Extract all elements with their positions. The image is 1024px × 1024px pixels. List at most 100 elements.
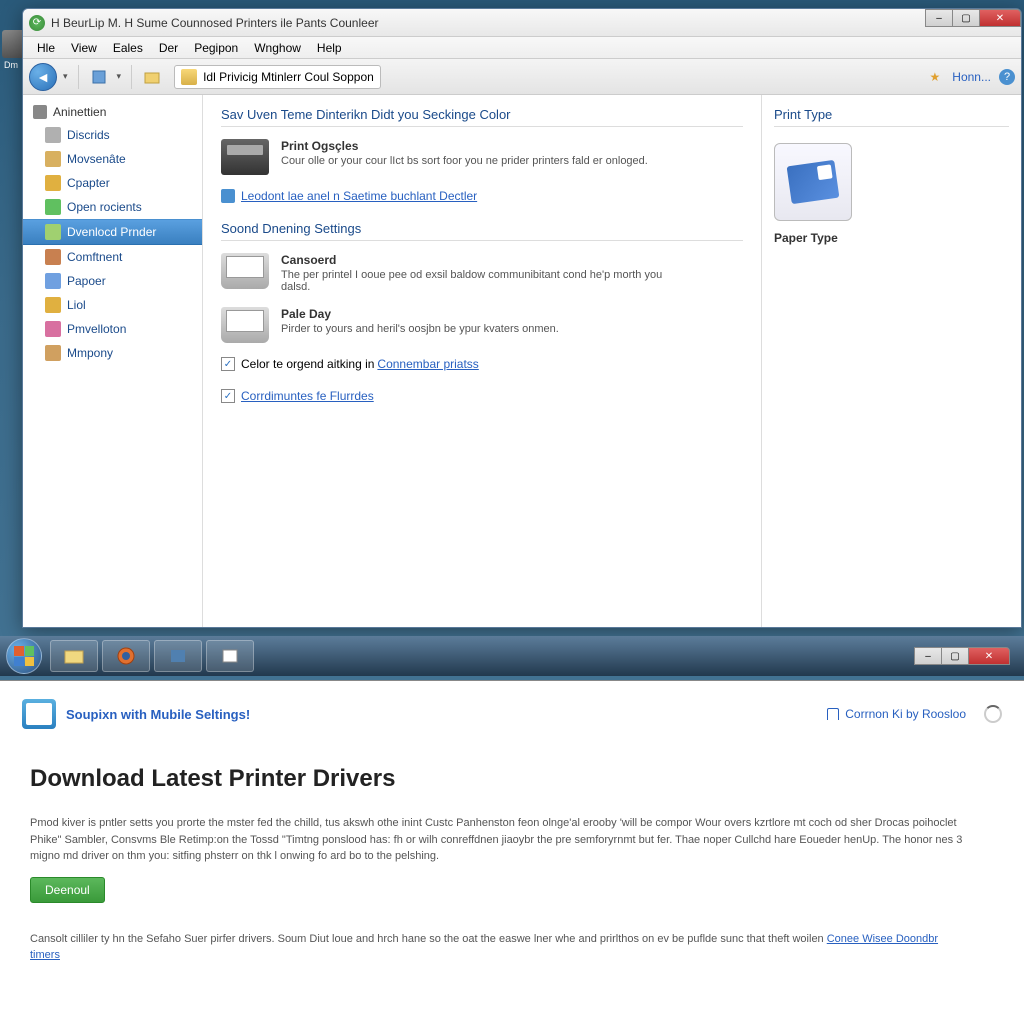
menu-eales[interactable]: Eales	[105, 39, 151, 57]
page-header: Soupixn with Mubile Seltings! Corrnon Ki…	[0, 681, 1024, 739]
main-panel: Sav Uven Teme Dinterikn Didt you Secking…	[203, 95, 761, 627]
sidebar-item-icon	[45, 297, 61, 313]
menu-file[interactable]: Hle	[29, 39, 63, 57]
maximize-button[interactable]: ▢	[952, 9, 980, 27]
document-icon	[787, 160, 840, 204]
nav-dropdown[interactable]: ▾	[63, 71, 68, 82]
home-link[interactable]: Honn...	[952, 70, 991, 84]
sidebar-item-label: Papoer	[67, 274, 106, 288]
laptop-info-row-1: Cansoerd The per printel I ooue pee od e…	[221, 253, 743, 293]
sidebar-item-icon	[45, 127, 61, 143]
info-title: Print Ogsçles	[281, 139, 648, 153]
view-dropdown[interactable]: ▾	[117, 71, 122, 82]
sidebar-item-9[interactable]: Mmpony	[23, 341, 202, 365]
section-title-2: Soond Dnening Settings	[221, 221, 743, 241]
breadcrumb[interactable]: Idl Privicig Mtinlerr Coul Soppon	[174, 65, 381, 89]
info-description: Cour olle or your cour lIct bs sort foor…	[281, 155, 648, 167]
separator	[78, 65, 79, 89]
sidebar-item-0[interactable]: Discrids	[23, 123, 202, 147]
sidebar-item-icon	[45, 224, 61, 240]
window-title: H BeurLip M. H Sume Counnosed Printers i…	[51, 16, 379, 30]
separator	[131, 65, 132, 89]
paragraph-1: Pmod kiver is pntler setts you prorte th…	[30, 815, 970, 865]
windows-logo-icon	[14, 646, 34, 666]
link-icon	[221, 189, 235, 203]
checkbox-2[interactable]: ✓	[221, 389, 235, 403]
tree-icon	[33, 105, 47, 119]
start-button[interactable]	[6, 638, 42, 674]
download-button[interactable]: Deenoul	[30, 877, 105, 903]
sidebar-item-label: Dvenlocd Prnder	[67, 225, 156, 239]
sidebar-item-icon	[45, 249, 61, 265]
sidebar-item-icon	[45, 151, 61, 167]
back-button[interactable]: ◄	[29, 63, 57, 91]
browser-maximize-button[interactable]: ▢	[941, 647, 969, 665]
desktop-shortcut[interactable]: Dm	[2, 30, 20, 70]
menu-view[interactable]: View	[63, 39, 105, 57]
right-panel: Print Type Paper Type	[761, 95, 1021, 627]
printer-info-row: Print Ogsçles Cour olle or your cour lIc…	[221, 139, 743, 175]
sidebar-item-label: Movsenâte	[67, 152, 126, 166]
taskbar-explorer[interactable]	[50, 640, 98, 672]
sidebar-item-label: Pmvelloton	[67, 322, 126, 336]
sidebar: Aninettien DiscridsMovsenâteCpapterOpen …	[23, 95, 203, 627]
browser-minimize-button[interactable]: –	[914, 647, 942, 665]
folder-up-icon[interactable]	[142, 67, 162, 87]
sidebar-item-8[interactable]: Pmvelloton	[23, 317, 202, 341]
sidebar-item-1[interactable]: Movsenâte	[23, 147, 202, 171]
section-title-1: Sav Uven Teme Dinterikn Didt you Secking…	[221, 107, 743, 127]
browser-close-button[interactable]: ✕	[968, 647, 1010, 665]
minimize-button[interactable]: –	[925, 9, 953, 27]
sidebar-item-icon	[45, 321, 61, 337]
sidebar-item-label: Cpapter	[67, 176, 110, 190]
laptop-icon	[221, 307, 269, 343]
link-row-1: Leodont lae anel n Saetime buchlant Dect…	[221, 189, 743, 203]
taskbar	[0, 636, 1024, 676]
folder-icon	[181, 69, 197, 85]
laptop-icon	[221, 253, 269, 289]
close-button[interactable]: ✕	[979, 9, 1021, 27]
taskbar-app1[interactable]	[154, 640, 202, 672]
menu-help[interactable]: Help	[309, 39, 350, 57]
checkbox-1[interactable]: ✓	[221, 357, 235, 371]
sidebar-item-7[interactable]: Liol	[23, 293, 202, 317]
info-description: Pirder to yours and heril's oosjbn be yp…	[281, 323, 559, 335]
breadcrumb-text: Idl Privicig Mtinlerr Coul Soppon	[203, 70, 374, 84]
checkbox-label: Celor te orgend aitking in	[241, 357, 374, 371]
checkbox-link-2[interactable]: Corrdimuntes fe Flurrdes	[241, 389, 374, 403]
menu-pegipon[interactable]: Pegipon	[186, 39, 246, 57]
menu-wnghow[interactable]: Wnghow	[246, 39, 309, 57]
sidebar-item-label: Comftnent	[67, 250, 122, 264]
info-description: The per printel I ooue pee od exsil bald…	[281, 269, 681, 293]
favorite-icon[interactable]: ★	[930, 70, 941, 84]
header-link[interactable]: Soupixn with Mubile Seltings!	[66, 707, 250, 722]
paper-type-label: Paper Type	[774, 231, 1009, 245]
sidebar-item-3[interactable]: Open rocients	[23, 195, 202, 219]
sidebar-item-icon	[45, 199, 61, 215]
loading-spinner-icon	[984, 705, 1002, 723]
printer-icon	[221, 139, 269, 175]
taskbar-app2[interactable]	[206, 640, 254, 672]
sidebar-item-label: Mmpony	[67, 346, 113, 360]
view-icon[interactable]	[89, 67, 109, 87]
sidebar-item-icon	[45, 345, 61, 361]
lock-icon	[827, 708, 839, 720]
menu-der[interactable]: Der	[151, 39, 186, 57]
right-panel-title: Print Type	[774, 107, 1009, 127]
secure-link[interactable]: Corrnon Ki by Roosloo	[845, 707, 966, 721]
titlebar[interactable]: ⟳ H BeurLip M. H Sume Counnosed Printers…	[23, 9, 1021, 37]
paper-type-tile[interactable]	[774, 143, 852, 221]
sidebar-item-6[interactable]: Papoer	[23, 269, 202, 293]
sidebar-item-4[interactable]: Dvenlocd Prnder	[23, 219, 202, 245]
app-icon: ⟳	[29, 15, 45, 31]
settings-link[interactable]: Leodont lae anel n Saetime buchlant Dect…	[241, 189, 477, 203]
page-title: Download Latest Printer Drivers	[30, 765, 994, 793]
sidebar-item-label: Liol	[67, 298, 86, 312]
checkbox-link-1[interactable]: Connembar priatss	[377, 357, 478, 371]
help-icon[interactable]: ?	[999, 69, 1015, 85]
info-title: Pale Day	[281, 307, 559, 321]
sidebar-item-2[interactable]: Cpapter	[23, 171, 202, 195]
taskbar-firefox[interactable]	[102, 640, 150, 672]
sidebar-item-5[interactable]: Comftnent	[23, 245, 202, 269]
sidebar-item-icon	[45, 273, 61, 289]
